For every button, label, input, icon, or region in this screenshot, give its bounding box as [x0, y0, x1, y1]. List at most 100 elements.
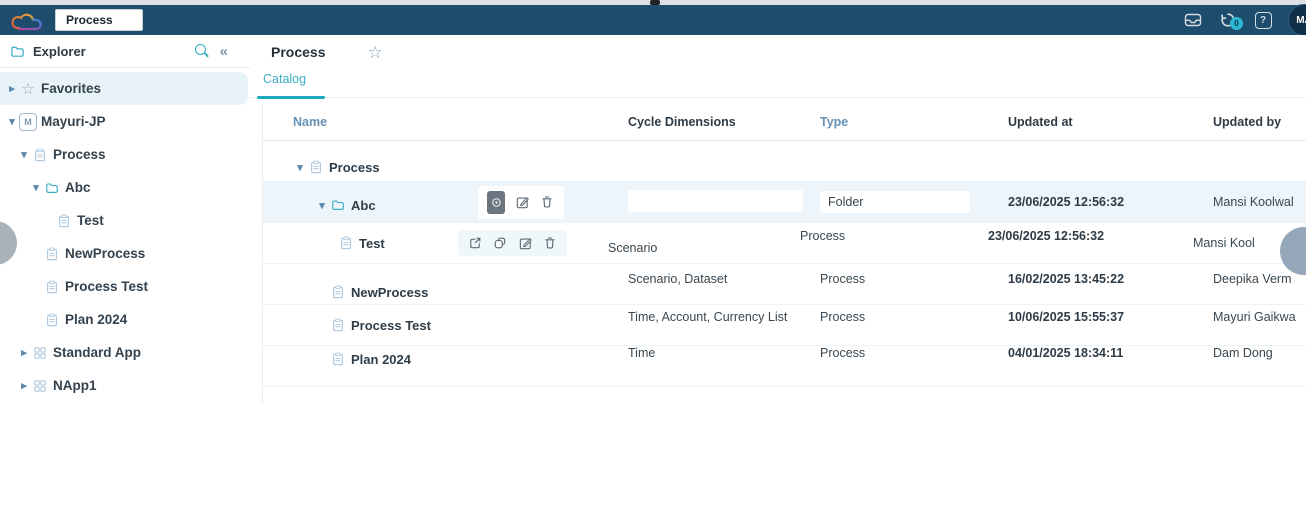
sidebar-item-label: Test — [77, 213, 104, 228]
help-question-glyph: ? — [1255, 12, 1272, 29]
caret-down-icon[interactable]: ▾ — [5, 115, 19, 128]
caret-down-icon[interactable]: ▾ — [293, 161, 307, 174]
table-row[interactable]: Plan 2024 Time Process 04/01/2025 18:34:… — [263, 346, 1306, 387]
trash-icon[interactable] — [542, 235, 558, 251]
row-cycle-dimensions: Scenario — [583, 241, 778, 255]
column-header-type[interactable]: Type — [798, 115, 988, 129]
row-cycle-dimensions — [628, 190, 803, 212]
sidebar-item-abc[interactable]: ▾ Abc — [0, 171, 250, 204]
caret-down-icon[interactable]: ▾ — [17, 148, 31, 161]
sidebar-item-napp1[interactable]: ▸ NApp1 — [0, 369, 250, 402]
sidebar-item-label: Process Test — [65, 279, 148, 294]
tab-bar: Catalog — [250, 69, 1306, 98]
sidebar-item-label: NApp1 — [53, 378, 97, 393]
clipboard-icon — [337, 235, 355, 251]
sidebar-item-label: Favorites — [41, 81, 101, 96]
active-tab-underline — [257, 96, 325, 99]
sidebar-item-plan-2024[interactable]: Plan 2024 — [0, 303, 250, 336]
sidebar-item-standard-app[interactable]: ▸ Standard App — [0, 336, 250, 369]
table-row[interactable]: Process Test Time, Account, Currency Lis… — [263, 305, 1306, 346]
table-row[interactable]: Test — [263, 223, 1306, 264]
sidebar-item-favorites[interactable]: ▸ ☆ Favorites — [0, 72, 248, 105]
navbar-process-tab[interactable]: Process — [55, 9, 143, 31]
row-updated-at: 23/06/2025 12:56:32 — [968, 229, 1173, 243]
row-updated-at: 23/06/2025 12:56:32 — [988, 195, 1193, 209]
copy-icon[interactable] — [492, 235, 508, 251]
clipboard-icon — [329, 317, 347, 333]
caret-down-icon[interactable]: ▾ — [29, 181, 43, 194]
clipboard-icon — [55, 213, 73, 229]
sidebar-item-process-test[interactable]: Process Test — [0, 270, 250, 303]
sidebar-item-process[interactable]: ▾ Process — [0, 138, 250, 171]
row-updated-by: Dam Dong — [1193, 346, 1306, 360]
app-grid-icon — [31, 378, 49, 394]
column-header-updated-at[interactable]: Updated at — [988, 115, 1193, 129]
row-updated-at: 16/02/2025 13:45:22 — [988, 272, 1193, 286]
top-navbar: Process 0 ? MA — [0, 5, 1306, 35]
tab-catalog[interactable]: Catalog — [263, 72, 306, 86]
sidebar-item-label: Plan 2024 — [65, 312, 127, 327]
row-updated-by: Deepika Verm — [1193, 272, 1306, 286]
help-icon[interactable]: ? — [1253, 10, 1273, 30]
sidebar-item-newprocess[interactable]: NewProcess — [0, 237, 250, 270]
table-row[interactable]: ▾ Process — [263, 141, 1306, 182]
row-updated-at: 10/06/2025 15:55:37 — [988, 310, 1193, 324]
clipboard-icon — [329, 351, 347, 367]
row-type: Process — [778, 229, 968, 243]
open-external-icon[interactable] — [467, 235, 483, 251]
row-cycle-dimensions: Time, Account, Currency List — [603, 310, 798, 324]
edit-icon[interactable] — [514, 194, 530, 210]
record-circle-dot-icon[interactable] — [487, 191, 505, 214]
sidebar-item-mayuri-jp[interactable]: ▾ M Mayuri-JP — [0, 105, 250, 138]
row-type: Process — [798, 346, 988, 360]
caret-down-icon[interactable]: ▾ — [315, 199, 329, 212]
favorite-star-icon[interactable]: ☆ — [367, 44, 382, 61]
row-updated-by: Mayuri Gaikwa — [1193, 310, 1306, 324]
column-header-updated-by[interactable]: Updated by — [1193, 115, 1306, 129]
clipboard-icon — [329, 284, 347, 300]
collapse-sidebar-icon[interactable]: « — [220, 44, 228, 59]
table-header-row: Name Cycle Dimensions Type Updated at Up… — [263, 104, 1306, 141]
clipboard-icon — [31, 147, 49, 163]
row-type: Process — [798, 272, 988, 286]
app-logo-cloud-icon[interactable] — [11, 7, 47, 33]
app-grid-icon — [31, 345, 49, 361]
row-name: Test — [359, 236, 385, 251]
explorer-sidebar: Explorer « ▸ ☆ Favorites ▾ M Mayuri-JP ▾… — [0, 35, 251, 407]
row-name: Abc — [351, 198, 376, 213]
history-icon[interactable]: 0 — [1218, 10, 1238, 30]
clipboard-icon — [307, 159, 325, 175]
table-row[interactable]: ▾ Abc — [263, 182, 1306, 223]
column-header-name[interactable]: Name — [263, 115, 603, 129]
star-icon: ☆ — [19, 80, 37, 98]
user-avatar[interactable]: MA — [1288, 4, 1306, 36]
sidebar-item-label: Abc — [65, 180, 91, 195]
explorer-title: Explorer — [33, 44, 194, 59]
main-content: Process ☆ Catalog Name Cycle Dimensions … — [250, 35, 1306, 511]
navbar-right-icons: 0 ? MA — [1183, 4, 1306, 36]
caret-right-icon[interactable]: ▸ — [17, 379, 31, 392]
sidebar-item-label: Mayuri-JP — [41, 114, 106, 129]
table-row[interactable]: NewProcess Scenario, Dataset Process 16/… — [263, 264, 1306, 305]
row-type: Process — [798, 310, 988, 324]
clipboard-icon — [43, 246, 61, 262]
trash-icon[interactable] — [539, 194, 555, 210]
sidebar-item-label: Process — [53, 147, 106, 162]
user-model-icon: M — [19, 113, 37, 131]
row-name: NewProcess — [351, 285, 428, 300]
app-window: Process 0 ? MA — [0, 0, 1306, 511]
row-updated-at: 04/01/2025 18:34:11 — [988, 346, 1193, 360]
folder-icon — [43, 180, 61, 196]
explorer-header: Explorer « — [0, 35, 250, 68]
edit-icon[interactable] — [517, 235, 533, 251]
search-icon[interactable] — [194, 43, 210, 59]
sidebar-item-test[interactable]: Test — [0, 204, 250, 237]
inbox-tray-icon[interactable] — [1183, 10, 1203, 30]
row-name: Plan 2024 — [351, 352, 411, 367]
clipboard-icon — [43, 279, 61, 295]
caret-right-icon[interactable]: ▸ — [17, 346, 31, 359]
column-header-cycle-dimensions[interactable]: Cycle Dimensions — [603, 115, 798, 129]
folder-icon — [8, 43, 26, 59]
caret-right-icon[interactable]: ▸ — [5, 82, 19, 95]
row-name: Process — [329, 160, 380, 175]
